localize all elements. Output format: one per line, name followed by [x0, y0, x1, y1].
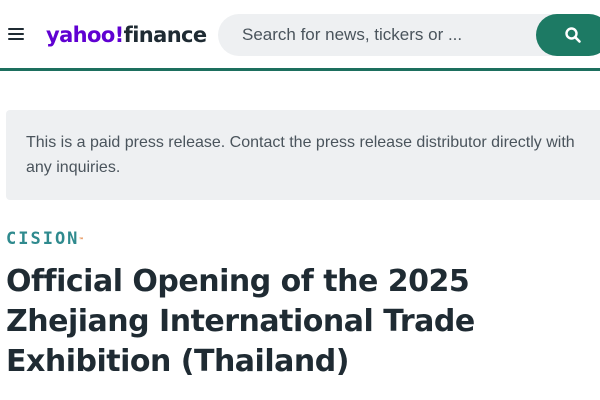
- search-box: [218, 14, 578, 56]
- menu-line: [8, 38, 24, 40]
- search-button[interactable]: [536, 14, 600, 56]
- header-divider: [0, 68, 600, 71]
- cision-logo-text: CISION: [6, 229, 80, 249]
- press-release-notice-text: This is a paid press release. Contact th…: [26, 134, 575, 176]
- cision-logo[interactable]: CISION™: [6, 228, 83, 250]
- trademark-mark: ™: [79, 237, 84, 244]
- search-icon: [565, 27, 581, 43]
- yahoo-finance-logo[interactable]: yahoo!finance: [46, 20, 207, 50]
- hamburger-menu-icon[interactable]: [6, 24, 26, 44]
- page: yahoo!finance This is a paid press relea…: [0, 0, 600, 400]
- site-header: yahoo!finance: [0, 0, 600, 68]
- menu-line: [8, 33, 24, 35]
- logo-yahoo-text: yahoo!: [46, 23, 124, 47]
- press-release-notice: This is a paid press release. Contact th…: [6, 110, 600, 200]
- logo-finance-text: finance: [123, 23, 208, 47]
- menu-line: [8, 28, 24, 30]
- search-input[interactable]: [242, 14, 538, 56]
- article-headline: Official Opening of the 2025 Zhejiang In…: [6, 264, 475, 379]
